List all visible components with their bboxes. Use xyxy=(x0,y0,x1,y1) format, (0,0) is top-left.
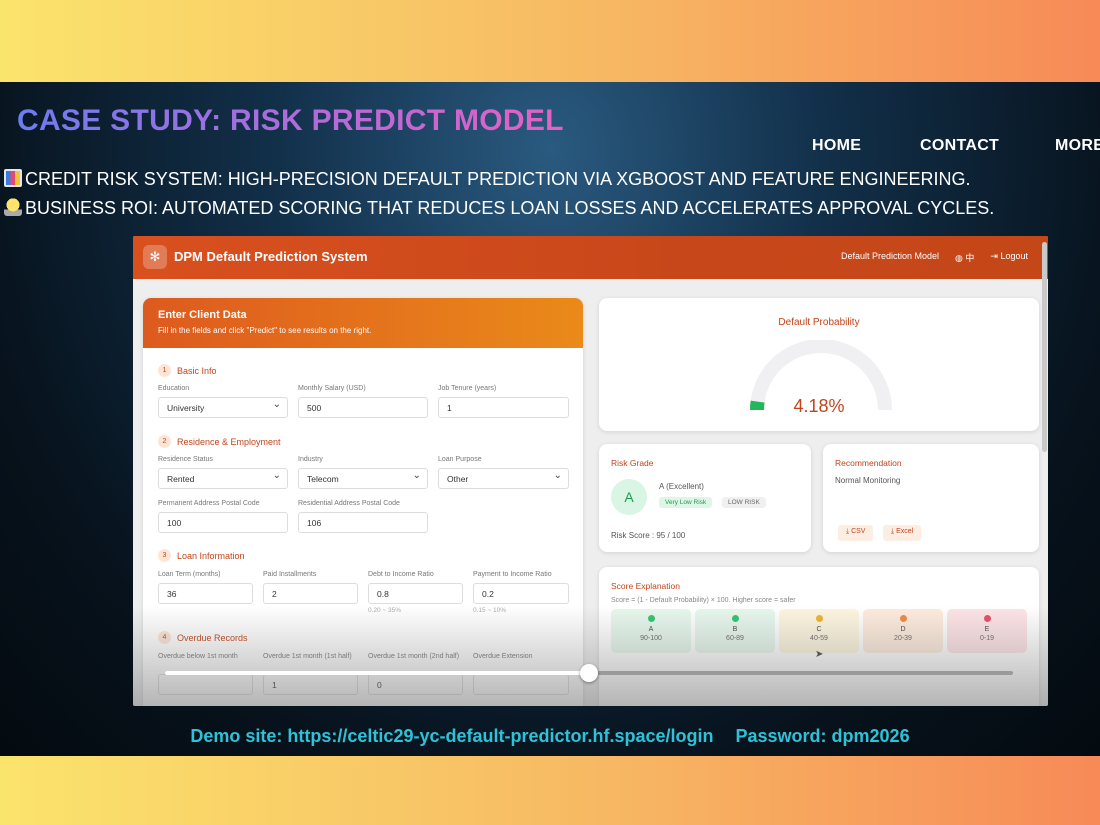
salary-label: Monthly Salary (USD) xyxy=(298,385,366,392)
score-formula: Score = (1 - Default Probability) × 100.… xyxy=(611,597,796,604)
recommendation-text: Normal Monitoring xyxy=(835,476,901,485)
overdue-extension-label: Overdue Extension xyxy=(473,653,533,660)
tenure-input[interactable]: 1 xyxy=(438,397,569,418)
globe-icon: ◍ xyxy=(955,253,963,263)
app-title: DPM Default Prediction System xyxy=(174,249,368,264)
password-text: Password: dpm2026 xyxy=(735,726,910,746)
risk-grade-title: Risk Grade xyxy=(611,458,654,468)
demo-site-link[interactable]: Demo site: https://celtic29-yc-default-p… xyxy=(190,726,713,746)
tier-c: C 40-59 xyxy=(779,609,859,653)
res-postal-label: Residential Address Postal Code xyxy=(298,500,400,507)
grade-circle: A xyxy=(611,479,647,515)
industry-select[interactable]: Telecom xyxy=(298,468,428,489)
nav-more[interactable]: MORE xyxy=(1055,137,1100,155)
education-label: Education xyxy=(158,385,190,392)
mouse-cursor-icon: ➤ xyxy=(815,649,824,660)
logout-icon: ⇥ xyxy=(990,251,998,261)
section-overdue: 4 Overdue Records xyxy=(158,631,248,644)
dti-hint: 0.20 ~ 35% xyxy=(368,607,402,614)
seek-progress xyxy=(165,671,589,675)
very-low-risk-badge: Very Low Risk xyxy=(659,497,713,508)
overdue-1st-input[interactable]: 1 xyxy=(263,674,358,695)
tagline-business-roi: BUSINESS ROI: AUTOMATED SCORING THAT RED… xyxy=(4,198,994,219)
csv-download-button[interactable]: ⤓ CSV xyxy=(838,525,874,541)
risk-grade-card: Risk Grade A A (Excellent) Very Low Risk… xyxy=(599,444,811,552)
scrollbar[interactable] xyxy=(1042,242,1047,452)
score-explanation-card: Score Explanation Score = (1 - Default P… xyxy=(599,567,1039,706)
app-header: ✻ DPM Default Prediction System Default … xyxy=(133,236,1048,279)
overdue-below-input[interactable] xyxy=(158,674,253,695)
tagline-credit-risk: CREDIT RISK SYSTEM: HIGH-PRECISION DEFAU… xyxy=(4,169,971,190)
form-title: Enter Client Data xyxy=(158,309,247,321)
form-subtitle: Fill in the fields and click "Predict" t… xyxy=(158,326,372,335)
risk-score: Risk Score : 95 / 100 xyxy=(611,531,686,540)
download-icon: ⤓ xyxy=(846,528,850,535)
logout-button[interactable]: ⇥ Logout xyxy=(990,251,1028,264)
paid-installments-label: Paid Installments xyxy=(263,571,317,578)
app-screenshot: ✻ DPM Default Prediction System Default … xyxy=(133,236,1048,706)
purpose-label: Loan Purpose xyxy=(438,456,482,463)
section-loan-info: 3 Loan Information xyxy=(158,549,245,562)
tier-dot xyxy=(815,615,823,622)
perm-postal-input[interactable]: 100 xyxy=(158,512,288,533)
default-probability-card: Default Probability 4.18% xyxy=(599,298,1039,431)
pti-hint: 0.15 ~ 10% xyxy=(473,607,507,614)
tier-dot xyxy=(731,615,739,622)
client-data-form: Enter Client Data Fill in the fields and… xyxy=(143,298,583,706)
footer-info: Demo site: https://celtic29-yc-default-p… xyxy=(0,726,1100,747)
language-toggle[interactable]: ◍ 中 xyxy=(955,251,974,264)
education-select[interactable]: University xyxy=(158,397,288,418)
video-seek-bar[interactable] xyxy=(165,664,1013,682)
perm-postal-label: Permanent Address Postal Code xyxy=(158,500,260,507)
overdue-2nd-input[interactable]: 0 xyxy=(368,674,463,695)
tier-d: D 20-39 xyxy=(863,609,943,653)
model-link[interactable]: Default Prediction Model xyxy=(841,251,939,264)
pti-label: Payment to Income Ratio xyxy=(473,571,552,578)
section-basic-info: 1 Basic Info xyxy=(158,364,217,377)
excel-download-button[interactable]: ⤓ Excel xyxy=(883,525,922,541)
nav-home[interactable]: HOME xyxy=(812,137,861,155)
grade-label: A (Excellent) xyxy=(659,482,704,491)
top-nav: HOME CONTACT MORE xyxy=(740,137,1100,157)
res-postal-input[interactable]: 106 xyxy=(298,512,428,533)
tier-b: B 60-89 xyxy=(695,609,775,653)
probability-value: 4.18% xyxy=(793,396,845,416)
hero-section: CASE STUDY: RISK PREDICT MODEL HOME CONT… xyxy=(0,82,1100,756)
tier-dot xyxy=(647,615,655,622)
score-explanation-title: Score Explanation xyxy=(611,581,680,591)
page-title: CASE STUDY: RISK PREDICT MODEL xyxy=(17,104,564,137)
overdue-1st-label: Overdue 1st month (1st half) xyxy=(263,653,352,660)
pti-input[interactable]: 0.2 xyxy=(473,583,569,604)
dti-input[interactable]: 0.8 xyxy=(368,583,463,604)
low-risk-badge: LOW RISK xyxy=(722,497,766,508)
tier-a: A 90-100 xyxy=(611,609,691,653)
seek-handle[interactable] xyxy=(580,664,598,682)
tier-e: E 0-19 xyxy=(947,609,1027,653)
dti-label: Debt to Income Ratio xyxy=(368,571,434,578)
download-icon: ⤓ xyxy=(891,528,895,535)
purpose-select[interactable]: Other xyxy=(438,468,569,489)
tier-dot xyxy=(899,615,907,622)
paid-installments-input[interactable]: 2 xyxy=(263,583,358,604)
lightbulb-icon xyxy=(4,198,22,216)
overdue-extension-input[interactable] xyxy=(473,674,569,695)
overdue-below-label: Overdue below 1st month xyxy=(158,653,238,660)
section-residence: 2 Residence & Employment xyxy=(158,435,281,448)
recommendation-card: Recommendation Normal Monitoring ⤓ CSV ⤓… xyxy=(823,444,1039,552)
recommendation-title: Recommendation xyxy=(835,458,902,468)
loan-term-input[interactable]: 36 xyxy=(158,583,253,604)
industry-label: Industry xyxy=(298,456,323,463)
tier-dot xyxy=(983,615,991,622)
salary-input[interactable]: 500 xyxy=(298,397,428,418)
overdue-2nd-label: Overdue 1st month (2nd half) xyxy=(368,653,460,660)
bar-chart-icon xyxy=(4,169,22,187)
app-logo-icon: ✻ xyxy=(143,245,167,269)
probability-title: Default Probability xyxy=(778,317,860,328)
loan-term-label: Loan Term (months) xyxy=(158,571,221,578)
nav-contact[interactable]: CONTACT xyxy=(920,137,999,155)
tenure-label: Job Tenure (years) xyxy=(438,385,497,392)
residence-select[interactable]: Rented xyxy=(158,468,288,489)
residence-label: Residence Status xyxy=(158,456,213,463)
